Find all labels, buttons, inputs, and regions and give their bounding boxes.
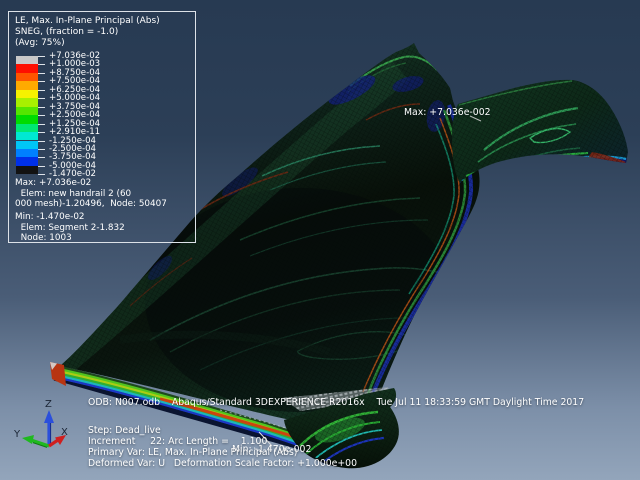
abaqus-viewport[interactable]: LE, Max. In-Plane Principal (Abs) SNEG, … <box>0 0 640 480</box>
model-right-flap <box>440 70 640 186</box>
increment-line: Increment 22: Arc Length = 1.100 <box>88 436 267 447</box>
legend-subtitle1: SNEG, (fraction = -1.0) <box>15 27 118 38</box>
legend-tick <box>38 132 45 133</box>
legend-color-swatch <box>16 64 38 72</box>
legend-tick <box>38 115 45 116</box>
legend-tick <box>38 98 45 99</box>
legend-max-block-line: Elem: new handrail 2 (60 <box>15 189 167 200</box>
y-axis-label: Y <box>13 429 21 440</box>
legend-color-swatch <box>16 73 38 81</box>
legend-color-swatch <box>16 107 38 115</box>
legend-tick <box>38 90 45 91</box>
legend-color-swatch <box>16 115 38 123</box>
legend-color-swatch <box>16 98 38 106</box>
z-axis-label: Z <box>45 399 52 410</box>
legend-tick <box>38 141 45 142</box>
legend-color-swatch <box>16 141 38 149</box>
legend-color-swatch <box>16 157 38 165</box>
legend-tick <box>38 166 45 167</box>
legend-tick <box>38 64 45 65</box>
legend-tick <box>38 73 45 74</box>
legend-color-swatch <box>16 149 38 157</box>
legend-tick <box>38 174 45 175</box>
legend-tick <box>38 124 45 125</box>
legend-tick <box>38 107 45 108</box>
legend-tick <box>38 56 45 57</box>
y-axis-arrow <box>22 435 49 447</box>
deformed-var-line: Deformed Var: U Deformation Scale Factor… <box>88 458 357 469</box>
legend-color-swatch <box>16 81 38 89</box>
legend-title: LE, Max. In-Plane Principal (Abs) <box>15 16 160 27</box>
legend-tick <box>38 81 45 82</box>
legend-color-swatch <box>16 166 38 174</box>
legend-min-block-line: Min: -1.470e-02 <box>15 212 125 223</box>
orientation-triad: Z Y X <box>12 394 88 462</box>
legend-subtitle2: (Avg: 75%) <box>15 38 65 49</box>
legend-color-swatch <box>16 90 38 98</box>
legend-color-swatch <box>16 132 38 140</box>
max-annotation[interactable]: Max: +7.036e-002 <box>404 107 491 118</box>
legend-color-swatch <box>16 56 38 64</box>
legend-min-block-line: Node: 1003 <box>15 233 125 244</box>
odb-title-line: ODB: N007.odb Abaqus/Standard 3DEXPERIEN… <box>88 397 584 408</box>
legend-color-swatch <box>16 124 38 132</box>
legend-spectrum: +7.036e-02+1.000e-03+8.750e-04+7.500e-04… <box>16 56 186 176</box>
primary-var-line: Primary Var: LE, Max. In-Plane Principal… <box>88 447 297 458</box>
step-line: Step: Dead_live <box>88 425 161 436</box>
x-axis-label: X <box>61 427 68 438</box>
legend-max-block-line: 000 mesh)-1.20496, Node: 50407 <box>15 199 167 210</box>
z-axis-arrow <box>44 410 54 446</box>
legend-max-block-line: Max: +7.036e-02 <box>15 178 167 189</box>
legend-max-block: Max: +7.036e-02 Elem: new handrail 2 (60… <box>15 178 167 210</box>
legend-min-block: Min: -1.470e-02 Elem: Segment 2-1.832 No… <box>15 212 125 244</box>
legend-tick <box>38 149 45 150</box>
contour-legend: LE, Max. In-Plane Principal (Abs) SNEG, … <box>8 11 196 243</box>
legend-min-block-line: Elem: Segment 2-1.832 <box>15 223 125 234</box>
legend-tick <box>38 157 45 158</box>
